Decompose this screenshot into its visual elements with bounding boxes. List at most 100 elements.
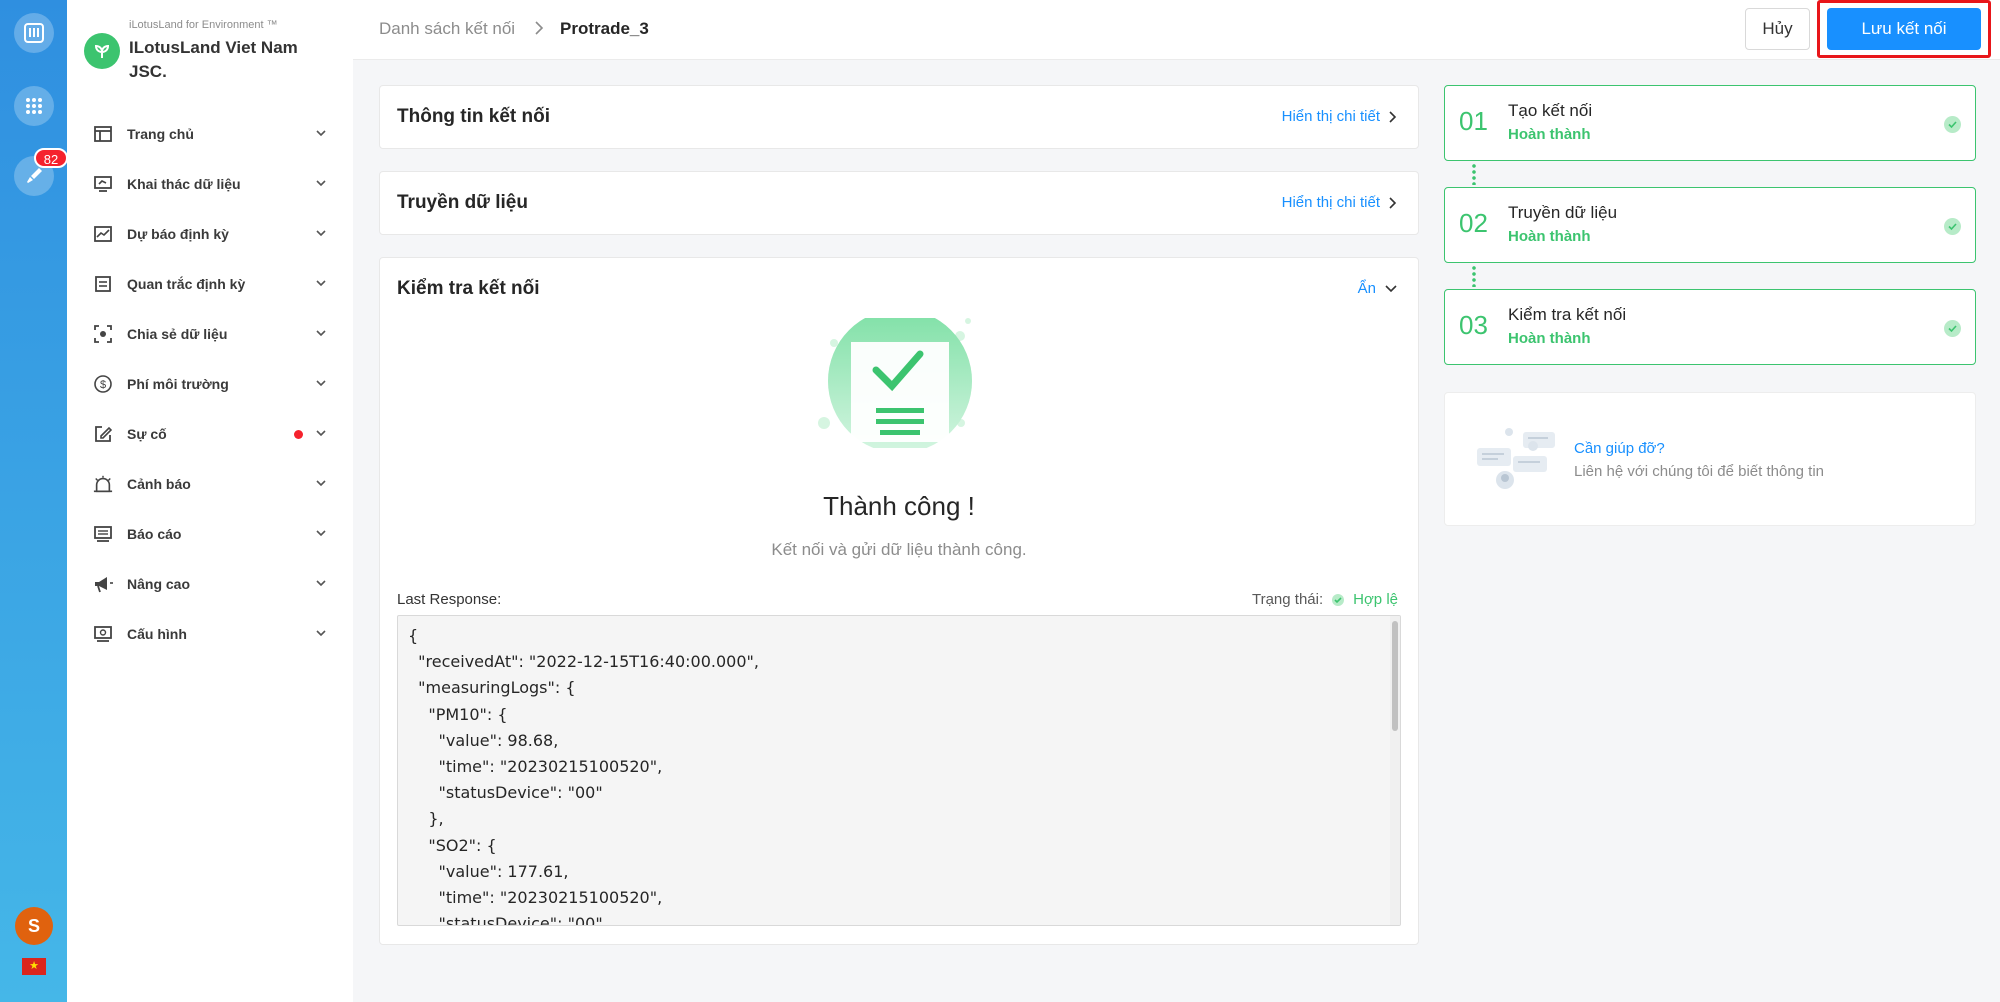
help-illustration [1477,428,1555,489]
breadcrumb-current: Protrade_3 [560,19,649,38]
step-check-connection[interactable]: 03 Kiểm tra kết nối Hoàn thành [1444,289,1976,365]
cancel-button[interactable]: Hủy [1745,8,1810,50]
check-circle-icon [1944,116,1961,133]
connection-info-card[interactable]: Thông tin kết nối Hiển thị chi tiết [379,85,1419,149]
step-connector [1472,265,1476,287]
sidebar-menu: Trang chủ Khai thác dữ liệu Dự báo định … [67,109,353,659]
connection-info-show-details-link[interactable]: Hiển thị chi tiết [1282,108,1398,125]
apps-grid-button[interactable] [14,86,54,126]
sidebar-item-label: Cấu hình [127,626,187,642]
chevron-down-icon [316,430,326,437]
connection-check-card: Kiểm tra kết nối Ẩn Thành công ! Kết nối… [379,257,1419,945]
step-title: Tạo kết nối [1508,101,1593,120]
report-icon [93,524,113,544]
edit-icon [93,424,113,444]
sidebar-item-label: Khai thác dữ liệu [127,176,241,192]
step-status: Hoàn thành [1508,228,1591,245]
brand-name: ILotusLand Viet Nam JSC. [129,38,298,81]
sidebar-item-data-sharing[interactable]: Chia sẻ dữ liệu [67,309,353,359]
chevron-down-icon [316,480,326,487]
app-logo-button[interactable] [14,13,54,53]
success-description: Kết nối và gửi dữ liệu thành công. [771,540,1027,559]
step-status: Hoàn thành [1508,126,1591,143]
dollar-icon: $ [93,374,113,394]
step-status: Hoàn thành [1508,330,1591,347]
help-description: Liên hệ với chúng tôi để biết thông tin [1574,463,1825,480]
sidebar-item-incidents[interactable]: Sự cố [67,409,353,459]
chevron-down-icon [316,230,326,237]
sidebar-item-forecast[interactable]: Dự báo định kỳ [67,209,353,259]
sidebar-item-label: Cảnh báo [127,476,191,492]
sidebar-item-configuration[interactable]: Cấu hình [67,609,353,659]
chevron-right-icon [1389,196,1397,209]
show-details-label: Hiển thị chi tiết [1281,108,1380,125]
breadcrumb-parent-link[interactable]: Danh sách kết nối [379,19,515,39]
hide-toggle-label: Ẩn [1357,280,1376,297]
response-scrollbar[interactable] [1390,616,1400,925]
data-transfer-show-details-link[interactable]: Hiển thị chi tiết [1282,194,1398,211]
help-card: Cần giúp đỡ? Liên hệ với chúng tôi để bi… [1444,392,1976,526]
step-title: Kiểm tra kết nối [1508,305,1627,324]
breadcrumb-separator-icon [535,21,544,35]
monitor-icon [93,174,113,194]
success-illustration [818,318,972,448]
show-details-label: Hiển thị chi tiết [1281,194,1380,211]
connection-info-title: Thông tin kết nối [397,106,551,127]
step-data-transfer[interactable]: 02 Truyền dữ liệu Hoàn thành [1444,187,1976,263]
step-number: 03 [1459,310,1488,340]
step-connector [1472,163,1476,185]
sidebar-item-environment-fee[interactable]: $ Phí môi trường [67,359,353,409]
chevron-down-icon [316,580,326,587]
sidebar-item-label: Sự cố [127,426,167,442]
sidebar-item-label: Phí môi trường [127,376,229,392]
check-circle-icon [1944,320,1961,337]
status-value: Hợp lệ [1353,591,1398,608]
response-scrollbar-thumb[interactable] [1392,621,1398,731]
check-circle-icon [1944,218,1961,235]
clipboard-icon [93,274,113,294]
check-circle-icon [1332,593,1345,606]
last-response-viewer[interactable]: { "receivedAt": "2022-12-15T16:40:00.000… [397,615,1401,926]
megaphone-icon [93,574,113,594]
chevron-down-icon [316,530,326,537]
chart-line-icon [93,224,113,244]
help-title-link[interactable]: Cần giúp đỡ? [1574,440,1665,457]
step-number: 01 [1459,106,1488,136]
user-avatar[interactable]: S [15,907,53,945]
sidebar-item-data-mining[interactable]: Khai thác dữ liệu [67,159,353,209]
step-create-connection[interactable]: 01 Tạo kết nối Hoàn thành [1444,85,1976,161]
sidebar-item-label: Nâng cao [127,576,191,592]
chevron-down-icon [316,280,326,287]
brand-logo-icon [84,33,120,69]
step-title: Truyền dữ liệu [1508,203,1618,222]
alarm-icon [93,474,113,494]
share-icon [93,324,113,344]
chevron-down-icon [316,380,326,387]
sidebar-item-reports[interactable]: Báo cáo [67,509,353,559]
success-title: Thành công ! [823,491,975,521]
language-flag-icon[interactable]: ★ [22,958,46,975]
sidebar-item-periodic-monitoring[interactable]: Quan trắc định kỳ [67,259,353,309]
rocket-icon [27,168,42,183]
hide-toggle-link[interactable]: Ẩn [1358,280,1398,297]
app-logo-icon [24,23,44,43]
sidebar-item-alerts[interactable]: Cảnh báo [67,459,353,509]
sidebar-item-advanced[interactable]: Nâng cao [67,559,353,609]
save-connection-button[interactable]: Lưu kết nối [1827,8,1981,50]
notification-count-badge: 82 [34,148,68,168]
chevron-down-icon [316,630,326,637]
sidebar: iLotusLand for Environment ™ ILotusLand … [67,0,353,1002]
status-indicator: Trạng thái: Hợp lệ [1252,591,1398,608]
chevron-right-icon [1389,110,1397,123]
chevron-down-icon [316,130,326,137]
home-icon [93,124,113,144]
chevron-down-icon [316,180,326,187]
app-rail: 82 S ★ [0,0,68,1002]
response-json-text: { "receivedAt": "2022-12-15T16:40:00.000… [408,626,759,926]
settings-monitor-icon [93,624,113,644]
chevron-down-icon [1385,284,1397,292]
sidebar-item-home[interactable]: Trang chủ [67,109,353,159]
svg-text:$: $ [100,379,106,391]
sidebar-item-label: Trang chủ [127,126,194,142]
data-transfer-card[interactable]: Truyền dữ liệu Hiển thị chi tiết [379,171,1419,235]
